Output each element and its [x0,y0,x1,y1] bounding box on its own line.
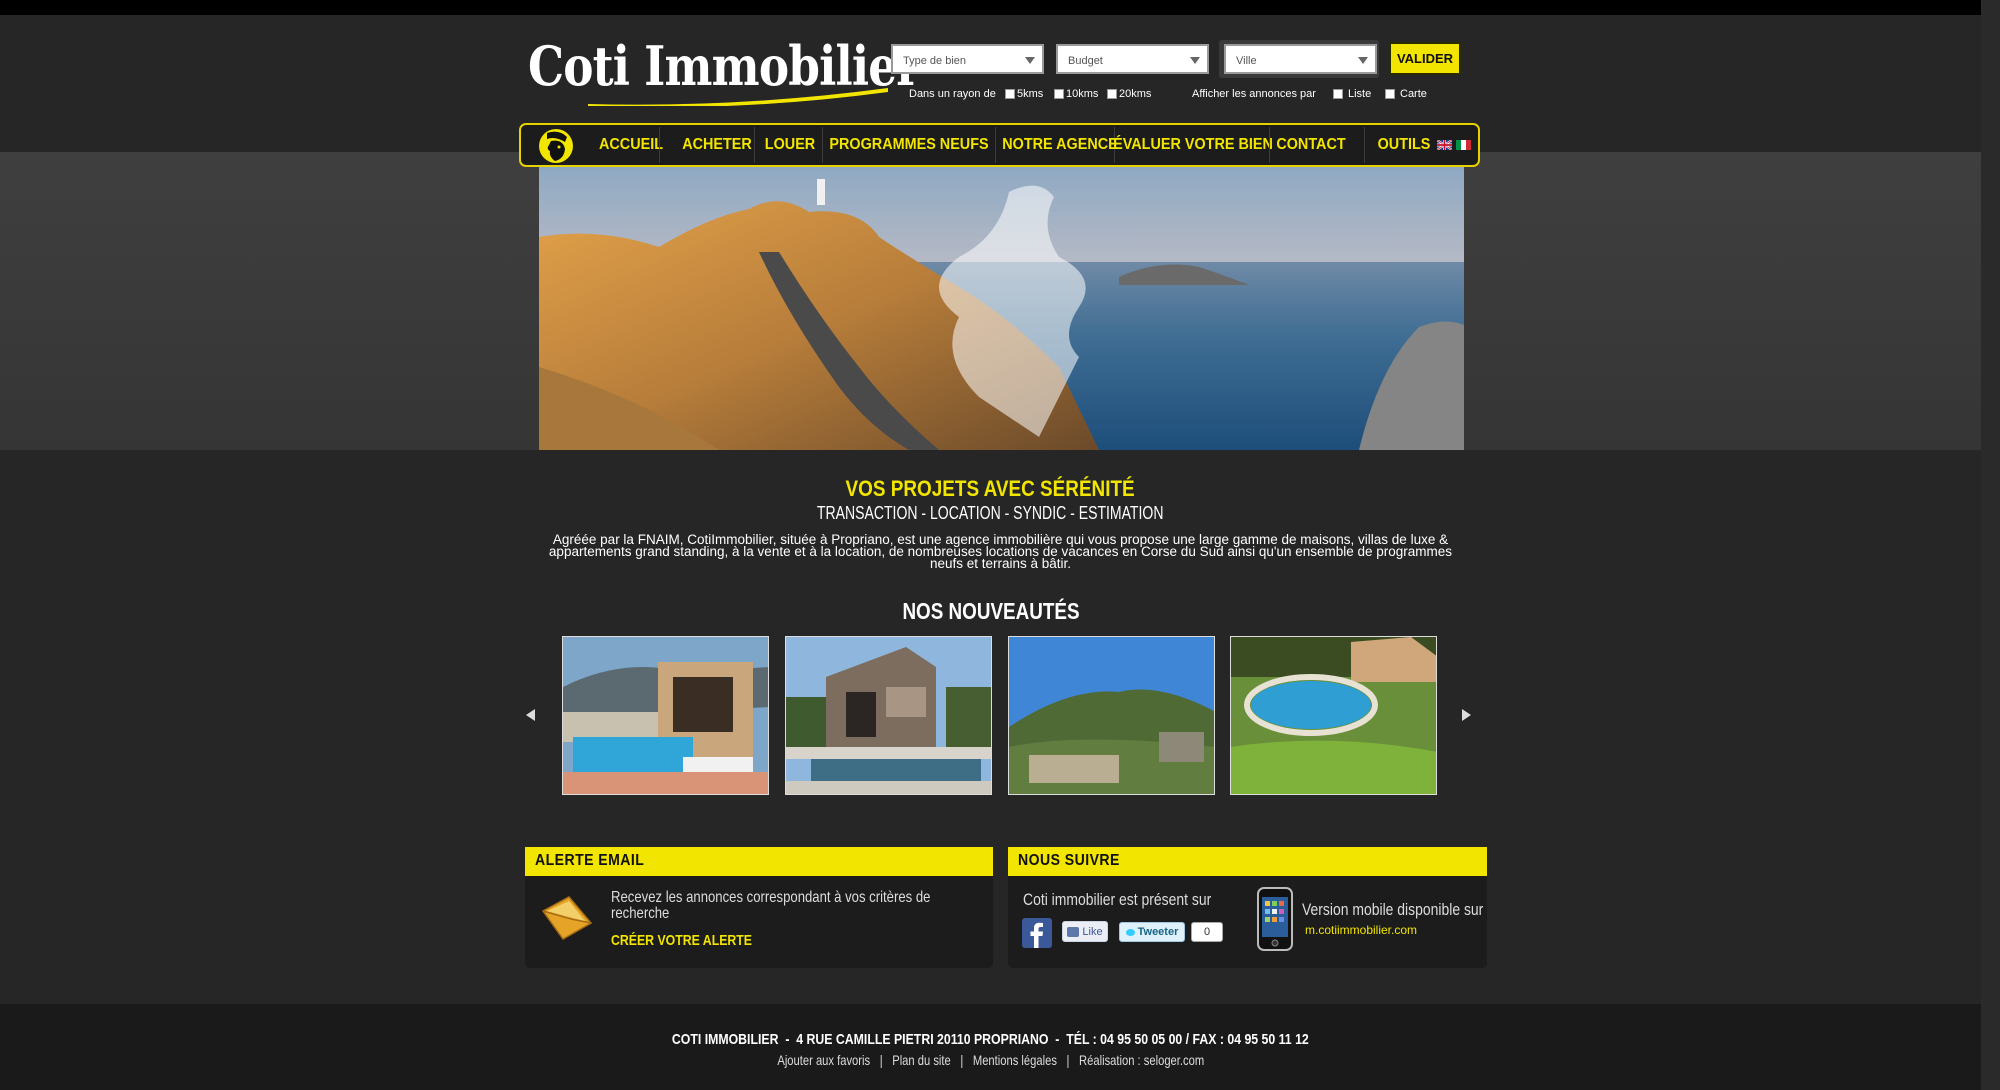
display-carte-checkbox[interactable]: Carte [1385,88,1427,100]
type-select-label: Type de bien [903,55,966,67]
footer-link-favoris[interactable]: Ajouter aux favoris [777,1052,870,1068]
facebook-icon[interactable] [1022,918,1052,948]
alert-email-panel: ALERTE EMAIL Recevez les annonces corres… [525,847,993,968]
modern-villa-image [786,637,991,794]
mobile-site-link[interactable]: m.cotiimmobilier.com [1305,923,1417,937]
budget-select[interactable]: Budget [1056,44,1209,74]
alert-email-head: ALERTE EMAIL [525,847,993,876]
nav-divider [995,127,996,163]
follow-head: NOUS SUIVRE [1008,847,1487,876]
nav-contact[interactable]: CONTACT [1273,125,1349,165]
footer-link-plan[interactable]: Plan du site [892,1052,951,1068]
radius-10-checkbox[interactable]: 10kms [1054,88,1098,100]
listing-thumbnail-2[interactable] [785,636,992,795]
italy-flag-icon[interactable] [1456,140,1471,150]
chevron-down-icon [1025,57,1035,64]
nav-divider [822,127,823,163]
carousel-prev-icon[interactable] [526,709,535,721]
footer-separator: | [879,1052,883,1068]
valider-button[interactable]: VALIDER [1389,42,1461,75]
pool-garden-image [1231,637,1436,794]
nav-notre-agence[interactable]: NOTRE AGENCE [1002,125,1117,165]
display-carte-label: Carte [1400,88,1427,100]
footer-link-mentions[interactable]: Mentions légales [973,1052,1057,1068]
radius-20-label: 20kms [1119,88,1152,100]
intro-text: Agréée par la FNAIM, CotiImmobilier, sit… [548,532,1453,571]
ville-select-label: Ville [1236,55,1257,67]
radius-label: Dans un rayon de [909,88,996,100]
footer-link-realisation[interactable]: Réalisation : seloger.com [1079,1052,1204,1068]
footer-address: COTI IMMOBILIER - 4 RUE CAMILLE PIETRI 2… [672,1031,1309,1048]
checkbox-box [1107,89,1117,99]
page-edge [1981,0,2000,1090]
radius-20-checkbox[interactable]: 20kms [1107,88,1151,100]
checkbox-box [1005,89,1015,99]
nav-accueil[interactable]: ACCUEIL [586,125,676,165]
nav-divider [1269,127,1270,163]
facebook-like-button[interactable]: Like [1062,921,1108,942]
site-logo[interactable]: Coti Immobilier [528,34,920,106]
type-select[interactable]: Type de bien [891,44,1044,74]
nav-programmes-neufs[interactable]: PROGRAMMES NEUFS [829,125,988,165]
footer-separator: | [1066,1052,1070,1068]
checkbox-box [1054,89,1064,99]
chevron-down-icon [1190,57,1200,64]
moor-head-icon [539,129,573,163]
display-liste-label: Liste [1348,88,1372,100]
nav-outils[interactable]: OUTILS [1367,125,1441,165]
main-nav: ACCUEIL ACHETER LOUER PROGRAMMES NEUFS N… [519,123,1480,167]
listing-thumbnail-4[interactable] [1230,636,1437,795]
twitter-bird-icon [1125,928,1135,936]
radius-5-label: 5kms [1017,88,1044,100]
villa-pool-image [563,637,768,794]
nouveautes-title: NOS NOUVEAUTÉS [901,598,1080,624]
nav-louer[interactable]: LOUER [759,125,822,165]
display-label: Afficher les annonces par [1192,88,1316,100]
mobile-version-text: Version mobile disponible sur [1302,900,1484,919]
carousel-next-icon[interactable] [1462,709,1471,721]
chevron-down-icon [1358,57,1368,64]
logo-swoosh-icon [588,88,888,106]
stone-house-image [1009,637,1214,794]
display-liste-checkbox[interactable]: Liste [1333,88,1371,100]
radius-10-label: 10kms [1066,88,1099,100]
corsica-coast-image [539,167,1464,450]
footer-separator: | [960,1052,964,1068]
follow-text: Coti immobilier est présent sur [1023,890,1212,909]
intro-title: VOS PROJETS AVEC SÉRÉNITÉ [845,476,1136,501]
hero-image [539,167,1464,450]
create-alert-link[interactable]: CRÉER VOTRE ALERTE [611,932,783,949]
nav-divider [754,127,755,163]
tweet-button[interactable]: Tweeter [1119,922,1185,942]
mobile-phone-icon [1257,887,1293,951]
checkbox-box [1385,89,1395,99]
tweet-count: 0 [1191,922,1223,942]
radius-5-checkbox[interactable]: 5kms [1005,88,1043,100]
intro-subtitle: TRANSACTION - LOCATION - SYNDIC - ESTIMA… [817,503,1164,523]
ville-select[interactable]: Ville [1224,44,1377,74]
nav-divider [659,127,660,163]
follow-panel: NOUS SUIVRE Coti immobilier est présent … [1008,847,1487,968]
checkbox-box [1333,89,1343,99]
nav-divider [1364,127,1365,163]
thumbs-up-icon [1067,926,1080,937]
listing-thumbnail-1[interactable] [562,636,769,795]
listing-thumbnail-3[interactable] [1008,636,1215,795]
nav-evaluer[interactable]: ÉVALUER VOTRE BIEN [1113,125,1273,165]
alert-email-text: Recevez les annonces correspondant à vos… [611,889,931,922]
uk-flag-icon[interactable] [1437,140,1452,150]
nav-acheter[interactable]: ACHETER [674,125,760,165]
footer-links: Ajouter aux favoris | Plan du site | Mention… [0,1052,1981,1068]
envelope-icon [541,896,593,940]
budget-select-label: Budget [1068,55,1103,67]
top-bar [0,0,1981,15]
